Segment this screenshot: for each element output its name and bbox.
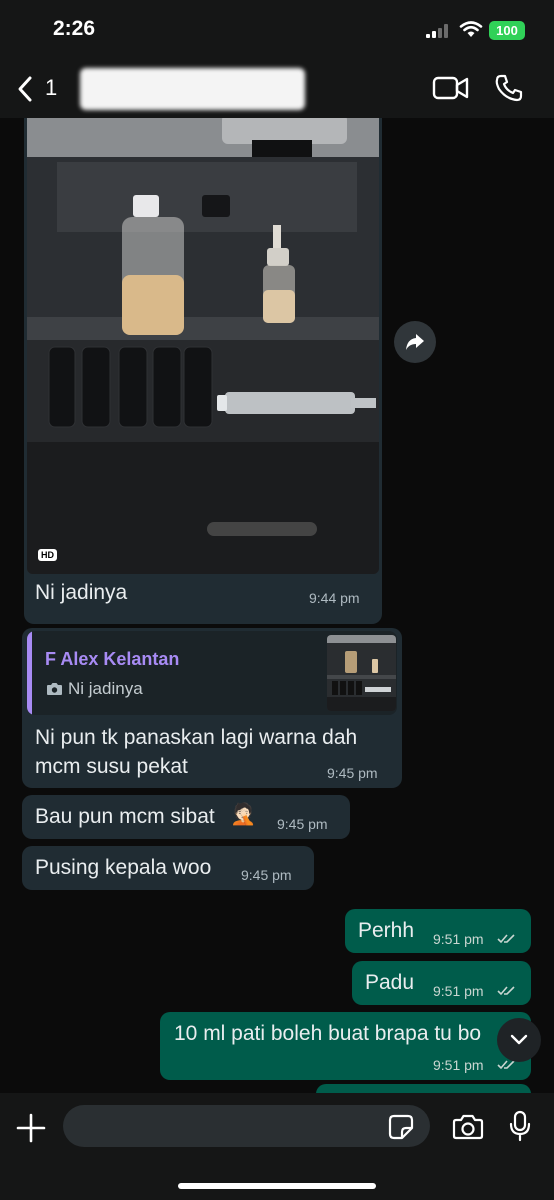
read-receipt-icon: [497, 986, 515, 996]
bottles-photo: [27, 118, 379, 574]
outgoing-message[interactable]: 10 ml pati boleh buat brapa tu bo 9:51 p…: [160, 1012, 531, 1080]
back-unread-count[interactable]: 1: [45, 75, 57, 101]
outgoing-message[interactable]: Perhh 9:51 pm: [345, 909, 531, 953]
wifi-icon: [459, 21, 483, 37]
message-text: Bau pun mcm sibat: [35, 805, 215, 828]
message-text: Padu: [365, 971, 415, 994]
incoming-message[interactable]: Pusing kepala woo 9:45 pm: [22, 846, 314, 890]
camera-icon: [47, 683, 62, 695]
message-time: 9:51 pm: [433, 1057, 484, 1073]
message-time: 9:45 pm: [241, 867, 292, 883]
message-time: 9:51 pm: [433, 983, 484, 999]
photo-attachment[interactable]: HD: [27, 118, 379, 574]
facepalm-emoji: 🤦🏻: [230, 803, 257, 826]
message-input[interactable]: [63, 1105, 430, 1147]
read-receipt-icon: [497, 934, 515, 944]
clock: 2:26: [53, 17, 96, 40]
forward-icon: [406, 334, 424, 350]
redacted-contact-name[interactable]: [80, 68, 305, 110]
incoming-message[interactable]: Bau pun mcm sibat 🤦🏻 9:45 pm: [22, 795, 350, 839]
microphone-icon[interactable]: [508, 1110, 532, 1142]
chevron-down-icon: [510, 1034, 528, 1045]
quoted-photo-thumbnail: [327, 635, 396, 711]
sticker-icon[interactable]: [388, 1114, 414, 1140]
chevron-left-icon[interactable]: [16, 75, 34, 103]
scroll-to-bottom-button[interactable]: [497, 1018, 541, 1062]
message-text: Ni pun tk panaskan lagi warna dah: [35, 726, 358, 749]
message-time: 9:51 pm: [433, 931, 484, 947]
status-bar: 2:26 100: [0, 0, 554, 58]
message-time: 9:44 pm: [309, 590, 360, 606]
message-text: Perhh: [358, 919, 415, 942]
battery-indicator: 100: [489, 21, 525, 40]
quote-accent-bar: [27, 631, 32, 715]
message-input-bar: [0, 1093, 554, 1200]
camera-icon[interactable]: [452, 1114, 484, 1140]
phone-call-icon[interactable]: [494, 73, 524, 103]
message-text: Pusing kepala woo: [35, 856, 212, 879]
quoted-message[interactable]: F Alex Kelantan Ni jadinya: [27, 631, 397, 715]
message-time: 9:45 pm: [277, 816, 328, 832]
hd-badge: HD: [38, 549, 57, 561]
outgoing-message-partial[interactable]: [316, 1084, 531, 1093]
quoted-text: Ni jadinya: [68, 679, 143, 698]
quoted-sender-name: F Alex Kelantan: [45, 649, 180, 669]
video-call-icon[interactable]: [432, 74, 470, 102]
incoming-photo-message[interactable]: HD Ni jadinya 9:44 pm: [24, 118, 382, 624]
message-text: 10 ml pati boleh buat brapa tu bo: [174, 1022, 482, 1045]
plus-icon[interactable]: [16, 1113, 46, 1143]
message-text-line2: mcm susu pekat: [35, 755, 188, 778]
cellular-signal-icon: [426, 24, 448, 38]
message-text: Ni jadinya: [35, 581, 128, 604]
outgoing-message[interactable]: Padu 9:51 pm: [352, 961, 531, 1005]
forward-button[interactable]: [394, 321, 436, 363]
home-indicator: [178, 1183, 376, 1189]
chat-header: 1: [0, 58, 554, 118]
message-time: 9:45 pm: [327, 765, 378, 781]
chat-area[interactable]: HD Ni jadinya 9:44 pm F Alex Kelantan Ni…: [0, 118, 554, 1093]
